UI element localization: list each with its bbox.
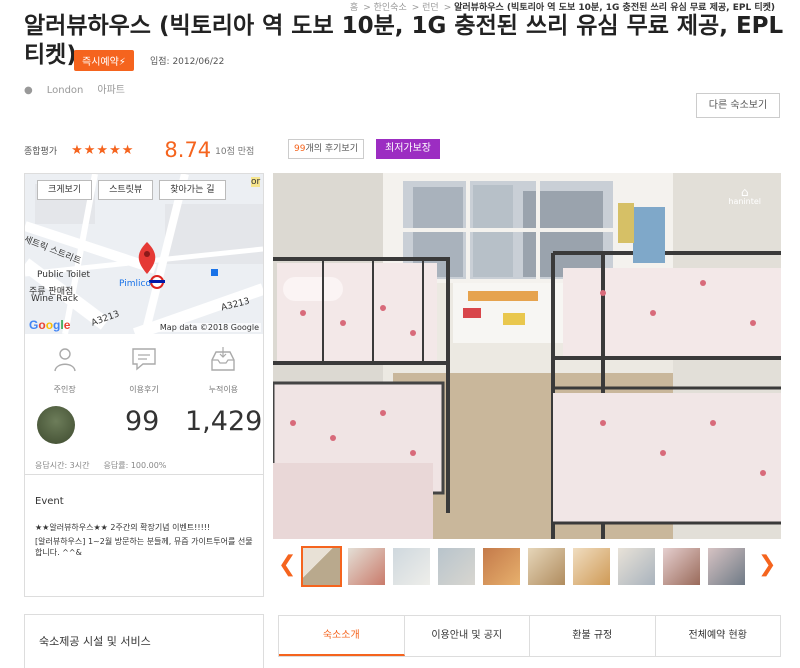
usage-count-number: 1,429 <box>185 406 263 437</box>
thumbnail[interactable] <box>708 548 745 585</box>
map-button-group: 크게보기 스트릿뷰 찾아가는 길 <box>37 180 232 200</box>
review-stat: 이용후기 <box>104 346 183 408</box>
rating-label: 종합평가 <box>24 146 58 157</box>
host-numbers: 99 1,429 <box>25 402 263 452</box>
thumbnail[interactable] <box>301 546 342 587</box>
street-view-button[interactable]: 스트릿뷰 <box>98 180 154 200</box>
response-rate: 응답률: 100.00% <box>103 461 167 470</box>
entry-date: 입점: 2012/06/22 <box>150 57 225 67</box>
instant-booking-badge: 즉시예약⚡ <box>74 50 134 71</box>
event-line-1: ★★알러뷰하우스★★ 2주간의 확장기념 이벤트!!!!! <box>35 523 211 532</box>
usage-inbox-icon <box>211 347 236 371</box>
google-logo: Google <box>29 318 71 332</box>
chevron-right-icon[interactable]: ❯ <box>758 554 776 576</box>
map-label-winerack: Wine Rack <box>31 294 79 304</box>
lodging-type: 아파트 <box>97 85 125 96</box>
map-label-pimlico: Pimlico <box>119 279 151 289</box>
review-count: 99 <box>294 144 306 154</box>
host-sidebar: 크게보기 스트릿뷰 찾아가는 길 세트릭 스트리트 Public Toilet … <box>24 173 264 597</box>
map-label-corner: or <box>251 177 261 187</box>
host-stats: 주인장 이용후기 누적이용 <box>25 346 263 408</box>
thumbnail[interactable] <box>438 548 475 585</box>
room-photo-illustration <box>273 173 781 539</box>
review-button-label: 개의 후기보기 <box>305 144 358 154</box>
review-chat-icon <box>132 348 156 371</box>
thumbnail[interactable] <box>528 548 565 585</box>
review-label: 이용후기 <box>129 385 159 394</box>
facilities-panel: 숙소제공 시설 및 서비스 <box>24 614 264 668</box>
host-person-icon <box>53 348 76 372</box>
location-line: ● London 아파트 <box>24 81 139 96</box>
thumbnail[interactable] <box>663 548 700 585</box>
thumbnail[interactable] <box>348 548 385 585</box>
hanintel-logo: ⌂ hanintel <box>728 185 761 206</box>
response-info: 응답시간: 3시간 응답률: 100.00% <box>35 460 180 471</box>
rating-max: 10점 만점 <box>215 146 255 157</box>
thumbnail[interactable] <box>618 548 655 585</box>
directions-button[interactable]: 찾아가는 길 <box>159 180 226 200</box>
page-title: 알러뷰하우스 (빅토리아 역 도보 10분, 1G 충전된 쓰리 유심 무료 제… <box>24 13 784 68</box>
house-roof-icon: ⌂ <box>740 185 749 199</box>
detail-tabs: 숙소소개 이용안내 및 공지 환불 규정 전체예약 현황 <box>278 615 781 657</box>
location-city[interactable]: London <box>47 85 84 96</box>
review-button[interactable]: 99개의 후기보기 <box>288 139 364 159</box>
location-pin-icon: ● <box>24 85 33 96</box>
rating-score: 8.74 <box>164 138 212 162</box>
response-time: 응답시간: 3시간 <box>35 461 90 470</box>
review-count-number: 99 <box>125 406 160 437</box>
enlarge-map-button[interactable]: 크게보기 <box>37 180 93 200</box>
main-photo[interactable]: ⌂ hanintel <box>273 173 781 539</box>
thumbnail[interactable] <box>573 548 610 585</box>
thumbnail[interactable] <box>483 548 520 585</box>
host-stat: 주인장 <box>25 346 104 408</box>
sidebar-divider <box>25 474 263 475</box>
hanintel-logo-text: hanintel <box>728 197 761 206</box>
usage-stat: 누적이용 <box>184 346 263 408</box>
map-label-toilet: Public Toilet <box>37 270 91 280</box>
thumbnail[interactable] <box>393 548 430 585</box>
other-lodging-button[interactable]: 다른 숙소보기 <box>696 93 780 118</box>
chevron-left-icon[interactable]: ❮ <box>278 554 296 576</box>
usage-label: 누적이용 <box>208 385 239 394</box>
event-title: Event <box>35 496 64 507</box>
tab-booking-status[interactable]: 전체예약 현황 <box>656 616 781 656</box>
tab-lodging-intro[interactable]: 숙소소개 <box>279 616 405 656</box>
map[interactable]: 크게보기 스트릿뷰 찾아가는 길 세트릭 스트리트 Public Toilet … <box>25 174 263 334</box>
best-price-button[interactable]: 최저가보장 <box>376 139 440 159</box>
host-avatar[interactable] <box>37 406 75 444</box>
host-label: 주인장 <box>53 385 76 394</box>
facilities-title: 숙소제공 시설 및 서비스 <box>39 635 151 648</box>
event-line-2: [알러뷰하우스] 1~2월 방문하는 분들께, 뮤즘 가이트투어를 선물합니다.… <box>35 537 253 557</box>
thumbnail-strip: ❮ ❯ <box>273 544 781 588</box>
tab-refund-policy[interactable]: 환불 규정 <box>530 616 656 656</box>
rating-bar: 종합평가 ★★★★★ 8.74 10점 만점 <box>24 138 254 162</box>
star-rating-icon: ★★★★★ <box>71 142 135 158</box>
map-attribution: Map data ©2018 Google <box>157 323 261 332</box>
tab-usage-guide[interactable]: 이용안내 및 공지 <box>405 616 530 656</box>
